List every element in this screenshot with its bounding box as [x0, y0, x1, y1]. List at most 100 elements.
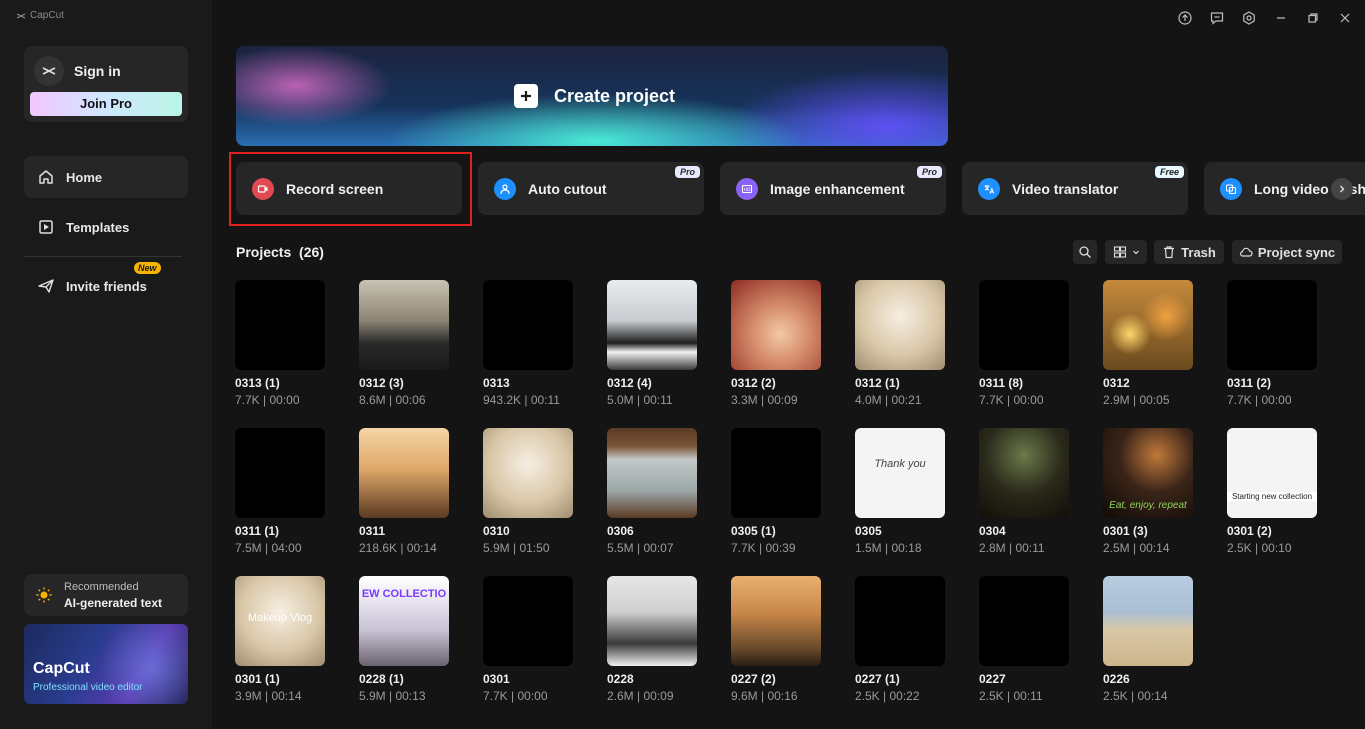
project-card[interactable]: Thank you 0305 1.5M | 00:18 — [855, 428, 945, 555]
project-card[interactable]: 0312 2.9M | 00:05 — [1103, 280, 1193, 407]
sun-icon — [36, 587, 52, 603]
project-thumbnail[interactable]: EW COLLECTIO — [359, 576, 449, 666]
minimize-button[interactable] — [1271, 8, 1291, 28]
sidebar-item-invite-friends[interactable]: Invite friends New — [24, 262, 188, 307]
project-thumbnail[interactable] — [979, 280, 1069, 370]
close-icon — [1340, 13, 1350, 23]
project-card[interactable]: 0306 5.5M | 00:07 — [607, 428, 697, 555]
project-card[interactable]: Makeup Vlog 0301 (1) 3.9M | 00:14 — [235, 576, 325, 703]
project-meta: 5.5M | 00:07 — [607, 541, 674, 555]
project-name: 0306 — [607, 524, 634, 538]
record-screen-icon — [252, 177, 274, 200]
project-thumbnail[interactable] — [1227, 280, 1317, 370]
project-name: 0228 (1) — [359, 672, 404, 686]
project-thumbnail[interactable] — [359, 428, 449, 518]
project-card[interactable]: 0311 (2) 7.7K | 00:00 — [1227, 280, 1317, 407]
trash-button[interactable]: Trash — [1154, 240, 1224, 264]
create-project-button[interactable]: Create project — [236, 46, 948, 146]
upload-button[interactable] — [1175, 8, 1195, 28]
capcut-promo-banner[interactable]: CapCut Professional video editor — [24, 624, 188, 704]
project-thumbnail[interactable] — [235, 428, 325, 518]
project-card[interactable]: 0313 (1) 7.7K | 00:00 — [235, 280, 325, 407]
project-thumbnail[interactable] — [731, 576, 821, 666]
tool-label: Auto cutout — [528, 180, 607, 197]
settings-button[interactable] — [1239, 8, 1259, 28]
project-meta: 9.6M | 00:16 — [731, 689, 798, 703]
chevron-right-icon — [1340, 185, 1345, 193]
project-card[interactable]: 0311 (1) 7.5M | 04:00 — [235, 428, 325, 555]
project-meta: 2.5K | 00:22 — [855, 689, 920, 703]
project-card[interactable]: 0312 (4) 5.0M | 00:11 — [607, 280, 697, 407]
project-thumbnail[interactable] — [855, 280, 945, 370]
project-meta: 1.5M | 00:18 — [855, 541, 922, 555]
project-card[interactable]: 0304 2.8M | 00:11 — [979, 428, 1069, 555]
image-enhancement-button[interactable]: HD Image enhancement Pro — [720, 162, 946, 215]
project-card[interactable]: 0312 (3) 8.6M | 00:06 — [359, 280, 449, 407]
sidebar-item-templates[interactable]: Templates — [24, 206, 188, 248]
maximize-button[interactable] — [1303, 8, 1323, 28]
auto-cutout-button[interactable]: Auto cutout Pro — [478, 162, 704, 215]
tools-next-button[interactable] — [1331, 178, 1353, 200]
project-meta: 3.3M | 00:09 — [731, 393, 798, 407]
project-thumbnail[interactable] — [979, 576, 1069, 666]
project-card[interactable]: 0227 (1) 2.5K | 00:22 — [855, 576, 945, 703]
project-name: 0301 (3) — [1103, 524, 1148, 538]
grid-view-icon — [1113, 246, 1126, 258]
project-thumbnail[interactable]: Eat, enjoy, repeat — [1103, 428, 1193, 518]
project-meta: 7.7K | 00:00 — [483, 689, 548, 703]
project-thumbnail[interactable] — [731, 280, 821, 370]
project-thumbnail[interactable] — [235, 280, 325, 370]
project-card[interactable]: 0310 5.9M | 01:50 — [483, 428, 573, 555]
project-card[interactable]: EW COLLECTIO 0228 (1) 5.9M | 00:13 — [359, 576, 449, 703]
project-thumbnail[interactable] — [483, 576, 573, 666]
project-name: 0312 (2) — [731, 376, 776, 390]
project-card[interactable]: 0311 218.6K | 00:14 — [359, 428, 449, 555]
feedback-icon — [1210, 12, 1224, 25]
image-enhancement-icon: HD — [736, 177, 758, 200]
project-card[interactable]: 0227 2.5K | 00:11 — [979, 576, 1069, 703]
project-card[interactable]: Eat, enjoy, repeat 0301 (3) 2.5M | 00:14 — [1103, 428, 1193, 555]
project-card[interactable]: 0312 (2) 3.3M | 00:09 — [731, 280, 821, 407]
recommended-ai-text-card[interactable]: Recommended AI-generated text — [24, 574, 188, 616]
project-card[interactable]: 0226 2.5K | 00:14 — [1103, 576, 1193, 703]
project-name: 0228 — [607, 672, 634, 686]
search-button[interactable] — [1073, 240, 1097, 264]
project-name: 0312 (4) — [607, 376, 652, 390]
record-screen-button[interactable]: Record screen — [236, 162, 462, 215]
project-thumbnail[interactable]: Makeup Vlog — [235, 576, 325, 666]
project-card[interactable]: 0312 (1) 4.0M | 00:21 — [855, 280, 945, 407]
project-name: 0227 — [979, 672, 1006, 686]
project-thumbnail[interactable] — [483, 428, 573, 518]
project-card[interactable]: 0313 943.2K | 00:11 — [483, 280, 573, 407]
project-thumbnail[interactable] — [1103, 576, 1193, 666]
project-thumbnail[interactable] — [855, 576, 945, 666]
video-translator-button[interactable]: Video translator Free — [962, 162, 1188, 215]
project-card[interactable]: Starting new collection 0301 (2) 2.5K | 00… — [1227, 428, 1317, 555]
project-thumbnail[interactable] — [607, 280, 697, 370]
promo-title: CapCut — [33, 660, 90, 677]
project-card[interactable]: 0305 (1) 7.7K | 00:39 — [731, 428, 821, 555]
project-name: 0310 — [483, 524, 510, 538]
project-thumbnail[interactable] — [731, 428, 821, 518]
sign-in-button[interactable]: Sign in — [34, 56, 121, 86]
project-thumbnail[interactable] — [359, 280, 449, 370]
project-card[interactable]: 0311 (8) 7.7K | 00:00 — [979, 280, 1069, 407]
project-sync-button[interactable]: Project sync — [1232, 240, 1342, 264]
auto-cutout-icon — [494, 177, 516, 200]
project-card[interactable]: 0301 7.7K | 00:00 — [483, 576, 573, 703]
project-thumbnail[interactable] — [979, 428, 1069, 518]
project-thumbnail[interactable]: Thank you — [855, 428, 945, 518]
project-card[interactable]: 0228 2.6M | 00:09 — [607, 576, 697, 703]
sidebar-item-home[interactable]: Home — [24, 156, 188, 198]
project-thumbnail[interactable] — [607, 576, 697, 666]
project-thumbnail[interactable] — [1103, 280, 1193, 370]
view-toggle-button[interactable] — [1105, 240, 1147, 264]
project-thumbnail[interactable] — [483, 280, 573, 370]
join-pro-button[interactable]: Join Pro — [30, 92, 182, 116]
feedback-button[interactable] — [1207, 8, 1227, 28]
close-button[interactable] — [1335, 8, 1355, 28]
project-thumbnail[interactable]: Starting new collection — [1227, 428, 1317, 518]
project-card[interactable]: 0227 (2) 9.6M | 00:16 — [731, 576, 821, 703]
project-thumbnail[interactable] — [607, 428, 697, 518]
project-name: 0311 (8) — [979, 376, 1024, 390]
